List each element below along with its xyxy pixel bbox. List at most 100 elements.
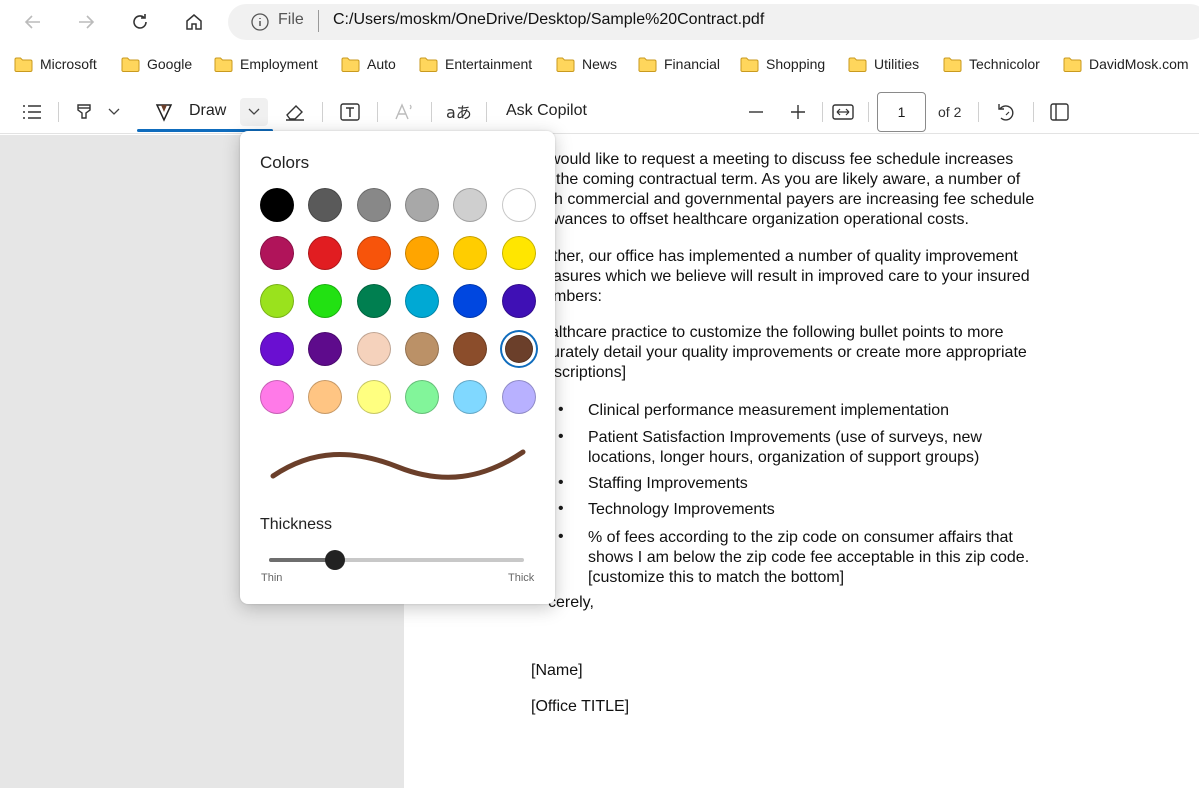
home-button[interactable] [178,6,210,38]
color-swatch[interactable] [357,284,391,318]
pen-icon [155,104,173,122]
color-swatch[interactable] [405,332,439,366]
folder-icon [341,57,360,72]
plus-icon [791,105,805,119]
color-swatch[interactable] [357,188,391,222]
draw-button[interactable] [150,98,178,126]
color-swatch[interactable] [453,236,487,270]
contents-button[interactable] [20,100,44,124]
color-swatch[interactable] [502,284,536,318]
two-page-view-icon [1050,103,1069,121]
folder-icon [1063,57,1082,72]
color-swatch[interactable] [260,236,294,270]
paragraph-line: althcare practice to customize the follo… [550,324,1004,341]
color-swatch[interactable] [405,380,439,414]
color-swatch[interactable] [502,188,536,222]
forward-button[interactable] [70,6,102,38]
paragraph-line: would like to request a meeting to discu… [549,151,1014,168]
color-swatch[interactable] [308,188,342,222]
translate-button[interactable]: aあ [446,100,472,124]
folder-icon [14,57,33,72]
color-swatch[interactable] [357,380,391,414]
bullet-marker: • [558,474,564,491]
bookmark-folder[interactable]: DavidMosk.com [1063,56,1189,72]
color-swatch[interactable] [405,236,439,270]
rotate-button[interactable] [994,100,1018,124]
thickness-slider-thumb[interactable] [325,550,346,570]
color-swatch[interactable] [308,284,342,318]
color-swatch[interactable] [453,380,487,414]
info-icon[interactable] [250,12,270,32]
erase-button[interactable] [283,100,307,124]
zoom-in-button[interactable] [786,100,810,124]
paragraph-line: wances to offset healthcare organization… [553,211,969,228]
color-swatch[interactable] [453,284,487,318]
bookmark-folder[interactable]: Auto [341,56,396,72]
add-text-button[interactable] [338,100,362,124]
bullet-text: shows I am below the zip code fee accept… [588,549,1030,566]
bookmark-label: Employment [240,56,318,72]
signature-title: [Office TITLE] [531,698,630,715]
bookmark-label: Financial [664,56,721,72]
bookmark-folder[interactable]: News [556,56,617,72]
color-swatch[interactable] [502,380,536,414]
draw-options-button[interactable] [240,98,268,126]
url-text[interactable]: C:/Users/moskm/OneDrive/Desktop/Sample%2… [333,11,764,29]
bookmark-label: Technicolor [969,56,1040,72]
folder-icon [556,57,575,72]
color-swatch[interactable] [505,335,533,363]
fit-width-button[interactable] [830,100,856,124]
toolbar-divider [868,102,869,122]
zoom-out-button[interactable] [744,100,768,124]
colors-heading: Colors [260,153,310,172]
color-swatch[interactable] [308,380,342,414]
bookmark-folder[interactable]: Google [121,56,192,72]
bullet-text: % of fees according to the zip code on c… [588,529,1013,546]
read-aloud-button[interactable] [392,100,416,124]
bookmark-folder[interactable]: Technicolor [943,56,1040,72]
bookmark-folder[interactable]: Shopping [740,56,825,72]
bookmark-folder[interactable]: Entertainment [419,56,532,72]
svg-text:aあ: aあ [446,103,472,122]
bookmark-folder[interactable]: Employment [214,56,318,72]
toolbar-divider [431,102,432,122]
bookmark-folder[interactable]: Microsoft [14,56,97,72]
bookmark-folder[interactable]: Utilities [848,56,919,72]
color-swatch[interactable] [453,332,487,366]
toolbar-divider [978,102,979,122]
draw-label[interactable]: Draw [189,102,226,120]
toolbar-divider [1033,102,1034,122]
color-swatch[interactable] [260,332,294,366]
thin-label: Thin [261,572,283,584]
ask-copilot-button[interactable]: Ask Copilot [506,102,587,120]
bookmark-folder[interactable]: Financial [638,56,720,72]
color-swatch[interactable] [260,188,294,222]
stroke-preview-line [270,449,526,480]
folder-icon [121,57,140,72]
bullet-marker: • [558,401,564,418]
highlight-button[interactable] [72,100,96,124]
color-swatch[interactable] [357,236,391,270]
color-swatch[interactable] [260,284,294,318]
color-swatch[interactable] [308,332,342,366]
refresh-button[interactable] [124,6,156,38]
color-swatch[interactable] [260,380,294,414]
color-swatch[interactable] [308,236,342,270]
table-of-contents-icon [23,105,41,119]
highlight-options-button[interactable] [104,102,124,122]
color-swatch[interactable] [405,284,439,318]
translate-icon: aあ [446,103,472,122]
back-button[interactable] [17,6,49,38]
color-swatch[interactable] [453,188,487,222]
minus-icon [749,111,763,113]
page-number-input[interactable]: 1 [877,92,926,132]
chevron-down-icon [108,108,120,115]
color-swatch[interactable] [357,332,391,366]
bookmark-label: Google [147,56,193,72]
page-view-button[interactable] [1048,100,1072,124]
color-swatch[interactable] [405,188,439,222]
back-arrow-icon [24,15,40,29]
bookmark-label: Entertainment [445,56,533,72]
color-swatch[interactable] [502,236,536,270]
highlighter-icon [77,104,91,119]
